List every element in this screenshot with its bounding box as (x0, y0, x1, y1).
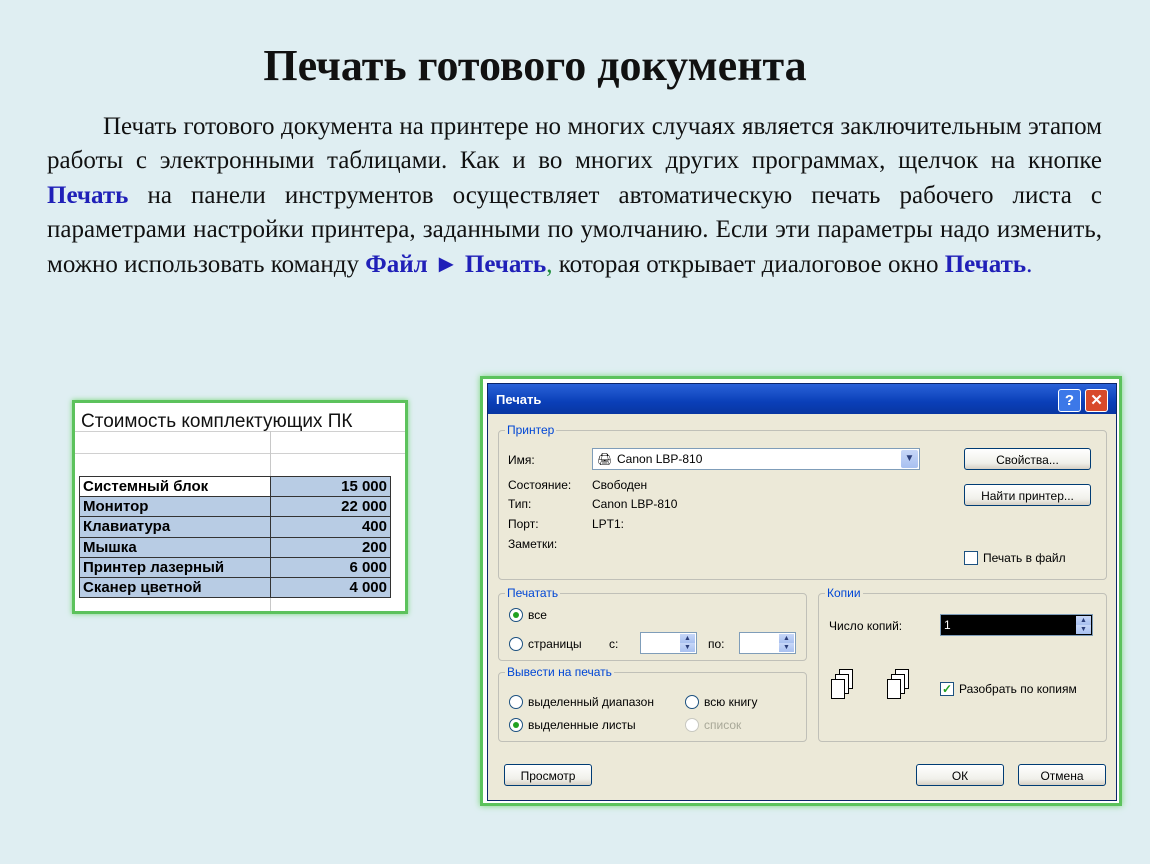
dialog-title: Печать (496, 392, 542, 407)
copies-label: Копии (825, 586, 863, 600)
row-value[interactable]: 6 000 (270, 556, 391, 578)
cancel-button[interactable]: Отмена (1018, 764, 1106, 786)
print-to-file-checkbox[interactable] (964, 551, 978, 565)
para-text-3: которая открывает диалоговое окно (558, 250, 939, 278)
table-row: Мышка 200 (79, 536, 391, 558)
help-button[interactable]: ? (1058, 389, 1081, 412)
table-row: Клавиатура 400 (79, 516, 391, 538)
printer-name-select[interactable]: 🖨 Canon LBP-810 ▼ (592, 448, 920, 470)
row-value[interactable]: 22 000 (270, 496, 391, 518)
selection-radio[interactable] (509, 695, 523, 709)
spreadsheet-fragment: Стоимость комплектующих ПК Системный бло… (72, 400, 408, 614)
table-row: Принтер лазерный 6 000 (79, 556, 391, 578)
row-name[interactable]: Клавиатура (79, 516, 271, 538)
row-value[interactable]: 4 000 (270, 576, 391, 599)
para-dot: . (1026, 250, 1033, 278)
range-all-label: все (528, 608, 547, 622)
copy-count-label: Число копий: (829, 619, 903, 633)
para-highlight-dialog: Печать (944, 250, 1027, 278)
print-what-group: Вывести на печать выделенный диапазон вс… (498, 665, 807, 742)
table-row: Сканер цветной 4 000 (79, 576, 391, 599)
row-name[interactable]: Принтер лазерный (79, 556, 271, 578)
row-value[interactable]: 400 (270, 516, 391, 538)
list-radio (685, 718, 699, 732)
print-what-label: Вывести на печать (505, 665, 614, 679)
table-row: Монитор 22 000 (79, 496, 391, 518)
dialog-titlebar[interactable]: Печать ? ✕ (488, 384, 1116, 414)
spin-up-icon[interactable]: ▲ (680, 634, 695, 643)
ok-button[interactable]: ОК (916, 764, 1004, 786)
whole-book-radio[interactable] (685, 695, 699, 709)
para-comma: , (546, 250, 553, 278)
find-printer-button[interactable]: Найти принтер... (964, 484, 1091, 506)
dialog-frame: Печать ? ✕ Принтер Имя: 🖨 Canon LBP-810 … (480, 376, 1122, 806)
range-pages-radio[interactable] (509, 637, 523, 651)
para-highlight-file-print: Файл ► Печать (365, 250, 547, 278)
row-name[interactable]: Монитор (79, 496, 271, 518)
to-page-spinner[interactable]: ▲ ▼ (739, 632, 796, 654)
row-value[interactable]: 200 (270, 536, 391, 558)
printer-group: Принтер Имя: 🖨 Canon LBP-810 ▼ Свойства.… (498, 423, 1107, 580)
print-range-label: Печатать (505, 586, 561, 600)
spin-up-icon[interactable]: ▲ (1076, 616, 1091, 625)
list-label: список (704, 718, 742, 732)
selection-label: выделенный диапазон (528, 695, 654, 709)
spin-down-icon[interactable]: ▼ (680, 643, 695, 652)
collate-checkbox[interactable]: ✓ (940, 682, 954, 696)
close-button[interactable]: ✕ (1085, 389, 1108, 412)
row-name[interactable]: Сканер цветной (79, 576, 271, 599)
row-name[interactable]: Мышка (79, 536, 271, 558)
collate-label: Разобрать по копиям (959, 682, 1077, 696)
collate-pages-icon (887, 669, 909, 699)
from-label: с: (609, 637, 619, 651)
copies-group: Копии Число копий: 1 ▲ ▼ ✓ Разобрать по … (818, 586, 1107, 742)
status-value: Свободен (592, 478, 648, 492)
active-sheets-label: выделенные листы (528, 718, 636, 732)
collate-pages-icon (831, 669, 853, 699)
printer-group-label: Принтер (505, 423, 557, 437)
printer-icon: 🖨 (597, 452, 613, 466)
port-label: Порт: (508, 517, 539, 531)
active-sheets-radio[interactable] (509, 718, 523, 732)
range-all-radio[interactable] (509, 608, 523, 622)
spin-down-icon[interactable]: ▼ (779, 643, 794, 652)
copy-count-value: 1 (944, 618, 951, 632)
from-page-spinner[interactable]: ▲ ▼ (640, 632, 697, 654)
row-value[interactable]: 15 000 (270, 475, 391, 498)
port-value: LPT1: (592, 517, 625, 531)
type-label: Тип: (508, 497, 532, 511)
printer-name-label: Имя: (508, 453, 535, 467)
print-to-file-label: Печать в файл (983, 551, 1066, 565)
grid-line (75, 431, 405, 432)
status-label: Состояние: (508, 478, 572, 492)
grid-line (75, 453, 405, 454)
spin-up-icon[interactable]: ▲ (779, 634, 794, 643)
slide-paragraph: Печать готового документа на принтере но… (47, 110, 1102, 282)
slide-title: Печать готового документа (263, 41, 807, 90)
cost-table: Системный блок 15 000 Монитор 22 000 Клави… (79, 475, 391, 599)
range-pages-label: страницы (528, 637, 582, 651)
type-value: Canon LBP-810 (592, 497, 678, 511)
print-range-group: Печатать все страницы с: ▲ ▼ по: ▲ ▼ (498, 586, 807, 661)
spin-down-icon[interactable]: ▼ (1076, 625, 1091, 634)
properties-button[interactable]: Свойства... (964, 448, 1091, 470)
preview-button[interactable]: Просмотр (504, 764, 592, 786)
print-dialog: Печать ? ✕ Принтер Имя: 🖨 Canon LBP-810 … (487, 383, 1117, 801)
row-name[interactable]: Системный блок (79, 475, 271, 498)
whole-book-label: всю книгу (704, 695, 758, 709)
notes-label: Заметки: (508, 537, 558, 551)
to-label: по: (708, 637, 725, 651)
para-text-1: Печать готового документа на принтере но… (47, 113, 1102, 175)
para-highlight-print: Печать (47, 181, 129, 209)
copy-count-spinner[interactable]: 1 ▲ ▼ (940, 614, 1093, 636)
sheet-title: Стоимость комплектующих ПК (81, 411, 353, 432)
table-row: Системный блок 15 000 (79, 475, 391, 498)
printer-name-value: Canon LBP-810 (617, 452, 703, 466)
chevron-down-icon[interactable]: ▼ (901, 450, 918, 468)
